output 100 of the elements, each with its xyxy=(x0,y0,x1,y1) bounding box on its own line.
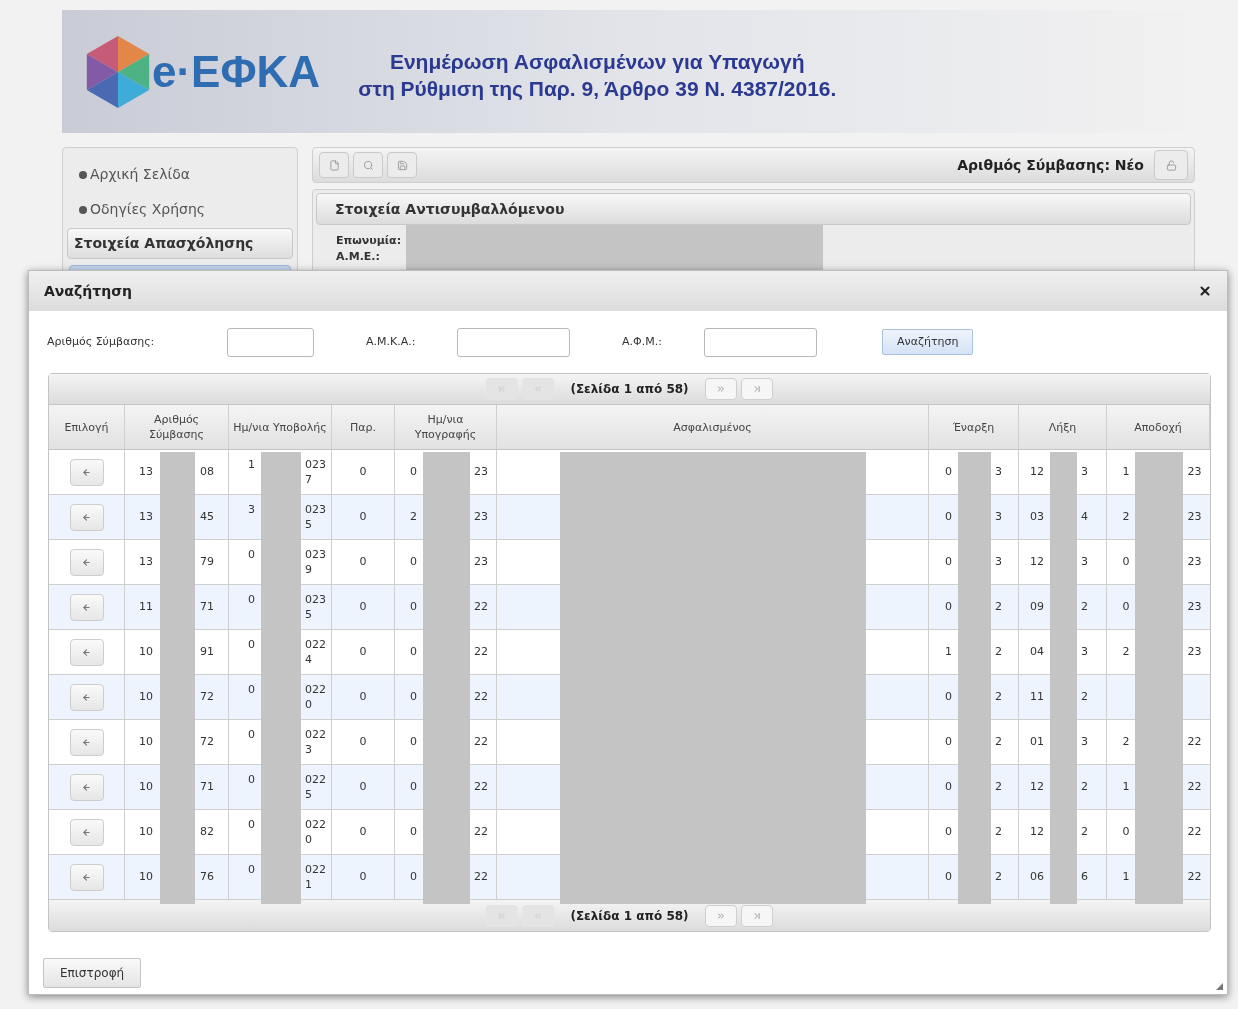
table-cell-text: 82 xyxy=(200,823,215,840)
table-cell-text: 0 xyxy=(359,553,367,570)
column-header[interactable]: Παρ. xyxy=(332,405,395,449)
table-cell-text: 023 xyxy=(305,457,327,472)
table-cell-text: 0 xyxy=(409,733,417,750)
table-cell-text: 3 xyxy=(995,508,1003,525)
last-page-button[interactable] xyxy=(740,378,773,400)
column-header[interactable]: Έναρξη xyxy=(929,405,1019,449)
table-cell-text: 022 xyxy=(305,772,327,787)
table-cell-text: 45 xyxy=(200,508,215,525)
table-cell-text: 023 xyxy=(305,592,327,607)
new-button[interactable] xyxy=(319,152,349,178)
select-button[interactable] xyxy=(69,863,104,891)
sidebar-link[interactable]: Αρχική Σελίδα xyxy=(67,158,293,191)
table-cell-text: 0 xyxy=(359,688,367,705)
table-cell-text: 79 xyxy=(200,553,215,570)
column-header[interactable]: Αποδοχή xyxy=(1107,405,1210,449)
table-cell-text: 04 xyxy=(1029,643,1044,660)
table-cell-text: 1 xyxy=(1121,868,1130,885)
input-field[interactable] xyxy=(457,327,570,357)
select-button[interactable] xyxy=(69,548,104,576)
table-cell-text: 3 xyxy=(1081,733,1089,750)
table-cell-text: 6 xyxy=(1081,868,1089,885)
arrow-left-icon xyxy=(82,602,91,612)
search-button[interactable] xyxy=(353,152,383,178)
document-icon xyxy=(328,159,340,171)
unlock-button[interactable] xyxy=(1154,150,1188,180)
table-cell-text: 13 xyxy=(138,508,153,525)
table-cell-text: 0 xyxy=(359,778,367,795)
table-cell-text: 022 xyxy=(305,727,327,742)
select-button[interactable] xyxy=(69,458,104,486)
arrow-left-icon xyxy=(82,692,91,702)
column-header[interactable]: Αριθμός Σύμβασης xyxy=(125,405,229,449)
next-page-button[interactable] xyxy=(704,904,737,927)
table-cell-text: 23 xyxy=(1187,643,1203,660)
table-cell-text: 0 xyxy=(944,463,952,480)
table-cell-text: 13 xyxy=(138,463,153,480)
table-cell-text: 0 xyxy=(944,733,952,750)
table-cell-text: 12 xyxy=(1029,823,1044,840)
field-label: Α.Μ.Ε.: xyxy=(336,249,381,265)
table-cell-text: 10 xyxy=(138,868,153,885)
table-cell-text: 022 xyxy=(305,862,327,877)
table-cell-text: 11 xyxy=(138,598,153,615)
table-cell-text: 0 xyxy=(247,637,255,652)
page-indicator: (Σελίδα 1 από 58) xyxy=(570,907,689,925)
panel-header: Στοιχεία Αντισυμβαλλόμενου xyxy=(316,193,1191,225)
table-cell-text: 0 xyxy=(359,463,367,480)
table-cell-text: 08 xyxy=(200,463,215,480)
table-cell-text: 23 xyxy=(474,508,489,525)
table-cell-text: 22 xyxy=(1187,868,1203,885)
table-cell-text: 10 xyxy=(138,823,153,840)
arrow-left-icon xyxy=(82,647,91,657)
save-icon xyxy=(396,159,408,171)
select-button[interactable] xyxy=(69,728,104,756)
table-cell-text: 23 xyxy=(1187,553,1203,570)
unlock-icon xyxy=(1165,159,1177,171)
column-header[interactable]: Ασφαλισμένος xyxy=(497,405,929,449)
table-cell-text: 13 xyxy=(138,553,153,570)
table-cell-text: 72 xyxy=(200,688,215,705)
column-header[interactable]: Λήξη xyxy=(1019,405,1107,449)
select-button[interactable] xyxy=(69,683,104,711)
input-field[interactable] xyxy=(704,327,817,357)
select-button[interactable] xyxy=(69,818,104,846)
table-cell-text: 10 xyxy=(138,643,153,660)
contract-number-label: Αριθμός Σύμβασης: Νέο xyxy=(957,155,1144,175)
column-header[interactable]: Επιλογή xyxy=(49,405,125,449)
select-button[interactable] xyxy=(69,638,104,666)
table-cell-text: 2 xyxy=(995,688,1003,705)
table-cell-text: 2 xyxy=(1121,643,1130,660)
filter-label: Αριθμός Σύμβασης: xyxy=(47,333,156,350)
table-cell-text: 2 xyxy=(409,508,417,525)
save-button[interactable] xyxy=(387,152,417,178)
table-cell-text: 4 xyxy=(1081,508,1089,525)
table-cell-text: 0 xyxy=(359,643,367,660)
back-button[interactable]: Επιστροφή xyxy=(43,958,142,988)
table-cell-text: 3 xyxy=(305,742,313,757)
sidebar-link[interactable]: Οδηγίες Χρήσης xyxy=(67,193,293,226)
input-field[interactable] xyxy=(227,327,314,357)
table-cell-text: 1 xyxy=(247,457,255,472)
pager-arrow-icon xyxy=(715,910,726,921)
dialog-title: Αναζήτηση xyxy=(44,281,132,301)
select-button[interactable] xyxy=(69,503,104,531)
table-cell-text: 0 xyxy=(359,868,367,885)
table-cell-text: 0 xyxy=(944,553,952,570)
close-button[interactable] xyxy=(1198,284,1212,298)
table-cell-text: 2 xyxy=(1121,508,1130,525)
search-button[interactable]: Αναζήτηση xyxy=(882,329,974,355)
table-cell-text: 76 xyxy=(200,868,215,885)
table-cell-text: 0 xyxy=(409,553,417,570)
table-cell-text: 91 xyxy=(200,643,215,660)
column-header[interactable]: Ημ/νια Υπογραφής xyxy=(395,405,497,449)
next-page-button[interactable] xyxy=(704,378,737,400)
table-cell-text: 0 xyxy=(409,778,417,795)
table-cell-text: 5 xyxy=(305,607,313,622)
sidebar-section-header[interactable]: Στοιχεία Απασχόλησης xyxy=(67,228,293,259)
column-header[interactable]: Ημ/νια Υποβολής xyxy=(229,405,332,449)
select-button[interactable] xyxy=(69,773,104,801)
last-page-button[interactable] xyxy=(740,904,773,927)
select-button[interactable] xyxy=(69,593,104,621)
table-cell-text: 23 xyxy=(1187,463,1203,480)
